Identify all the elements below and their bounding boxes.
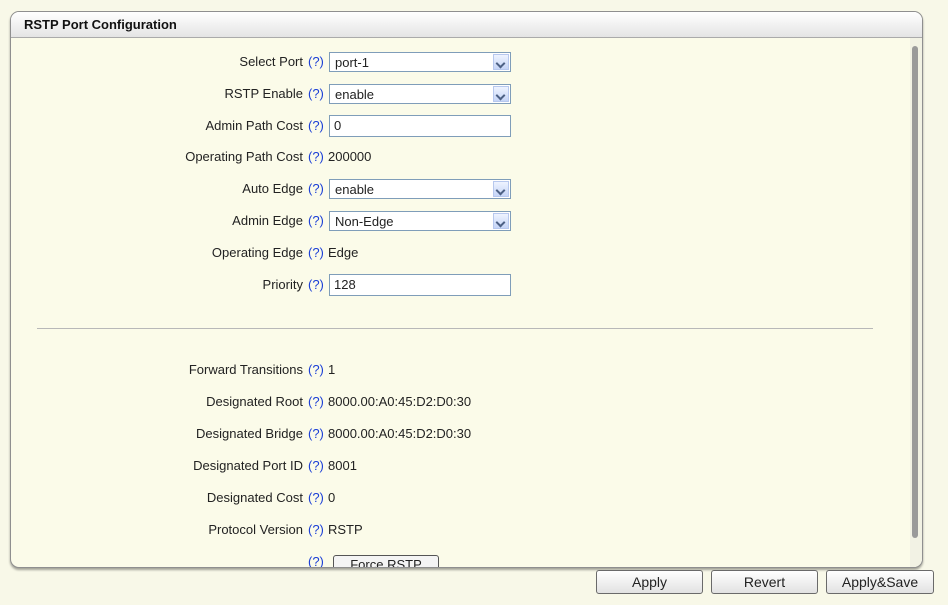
operating-path-cost-row: Operating Path Cost (?) 200000 — [11, 145, 901, 169]
designated-cost-label: Designated Cost — [206, 490, 303, 505]
designated-root-help-link[interactable]: (?) — [308, 390, 324, 414]
priority-row: Priority (?) 128 — [11, 273, 901, 297]
admin-edge-help-link[interactable]: (?) — [308, 209, 324, 233]
chevron-down-icon — [493, 181, 509, 197]
select-port-value: port-1 — [335, 55, 369, 70]
admin-path-cost-input[interactable]: 0 — [329, 115, 511, 137]
panel-title: RSTP Port Configuration — [11, 12, 922, 38]
forward-transitions-row: Forward Transitions (?) 1 — [11, 358, 901, 382]
protocol-version-label: Protocol Version — [208, 522, 303, 537]
panel-body: Select Port (?) port-1 RSTP Enable (?) e… — [11, 38, 922, 567]
rstp-enable-row: RSTP Enable (?) enable — [11, 82, 901, 106]
auto-edge-dropdown[interactable]: enable — [329, 179, 511, 199]
admin-edge-dropdown[interactable]: Non-Edge — [329, 211, 511, 231]
chevron-down-icon — [493, 54, 509, 70]
rstp-port-config-panel: RSTP Port Configuration Select Port (?) … — [10, 11, 923, 568]
protocol-version-help-link[interactable]: (?) — [308, 518, 324, 542]
operating-edge-row: Operating Edge (?) Edge — [11, 241, 901, 265]
rstp-enable-dropdown[interactable]: enable — [329, 84, 511, 104]
rstp-enable-value: enable — [335, 87, 375, 102]
designated-bridge-help-link[interactable]: (?) — [308, 422, 324, 446]
designated-bridge-row: Designated Bridge (?) 8000.00:A0:45:D2:D… — [11, 422, 901, 446]
admin-edge-row: Admin Edge (?) Non-Edge — [11, 209, 901, 233]
revert-button[interactable]: Revert — [711, 570, 818, 594]
protocol-version-value: RSTP — [328, 522, 363, 537]
chevron-down-icon — [493, 86, 509, 102]
designated-cost-help-link[interactable]: (?) — [308, 486, 324, 510]
force-rstp-help-link[interactable]: (?) — [308, 550, 324, 567]
select-port-row: Select Port (?) port-1 — [11, 50, 901, 74]
admin-edge-value: Non-Edge — [335, 214, 394, 229]
auto-edge-row: Auto Edge (?) enable — [11, 177, 901, 201]
select-port-help-link[interactable]: (?) — [308, 50, 324, 74]
select-port-label: Select Port — [239, 54, 303, 69]
designated-root-label: Designated Root — [206, 394, 303, 409]
designated-bridge-label: Designated Bridge — [196, 426, 303, 441]
designated-bridge-value: 8000.00:A0:45:D2:D0:30 — [328, 426, 472, 441]
force-rstp-row: (?) — [11, 550, 901, 567]
rstp-enable-help-link[interactable]: (?) — [308, 82, 324, 106]
admin-edge-label: Admin Edge — [232, 213, 303, 228]
priority-help-link[interactable]: (?) — [308, 273, 324, 297]
operating-edge-label: Operating Edge — [211, 245, 303, 260]
rstp-enable-label: RSTP Enable — [224, 86, 303, 101]
chevron-down-icon — [493, 213, 509, 229]
admin-path-cost-row: Admin Path Cost (?) 0 — [11, 114, 901, 138]
section-divider — [37, 328, 873, 329]
priority-label: Priority — [262, 277, 303, 292]
vertical-scrollbar[interactable] — [910, 38, 922, 567]
designated-root-value: 8000.00:A0:45:D2:D0:30 — [328, 394, 472, 409]
auto-edge-help-link[interactable]: (?) — [308, 177, 324, 201]
scrollbar-thumb[interactable] — [912, 46, 918, 538]
apply-button[interactable]: Apply — [596, 570, 703, 594]
operating-path-cost-label: Operating Path Cost — [185, 149, 303, 164]
designated-cost-value: 0 — [328, 490, 336, 505]
protocol-version-row: Protocol Version (?) RSTP — [11, 518, 901, 542]
operating-path-cost-value: 200000 — [328, 149, 372, 164]
designated-root-row: Designated Root (?) 8000.00:A0:45:D2:D0:… — [11, 390, 901, 414]
auto-edge-label: Auto Edge — [242, 181, 303, 196]
designated-port-id-row: Designated Port ID (?) 8001 — [11, 454, 901, 478]
forward-transitions-label: Forward Transitions — [188, 362, 303, 377]
operating-edge-help-link[interactable]: (?) — [308, 241, 324, 265]
designated-port-id-label: Designated Port ID — [193, 458, 303, 473]
apply-save-button[interactable]: Apply&Save — [826, 570, 934, 594]
priority-input[interactable]: 128 — [329, 274, 511, 296]
forward-transitions-value: 1 — [328, 362, 336, 377]
force-rstp-button[interactable]: Force RSTP — [333, 555, 439, 567]
operating-edge-value: Edge — [328, 245, 359, 260]
operating-path-cost-help-link[interactable]: (?) — [308, 145, 324, 169]
admin-path-cost-label: Admin Path Cost — [205, 118, 303, 133]
admin-path-cost-help-link[interactable]: (?) — [308, 114, 324, 138]
designated-port-id-value: 8001 — [328, 458, 357, 473]
designated-port-id-help-link[interactable]: (?) — [308, 454, 324, 478]
designated-cost-row: Designated Cost (?) 0 — [11, 486, 901, 510]
select-port-dropdown[interactable]: port-1 — [329, 52, 511, 72]
auto-edge-value: enable — [335, 182, 375, 197]
forward-transitions-help-link[interactable]: (?) — [308, 358, 324, 382]
